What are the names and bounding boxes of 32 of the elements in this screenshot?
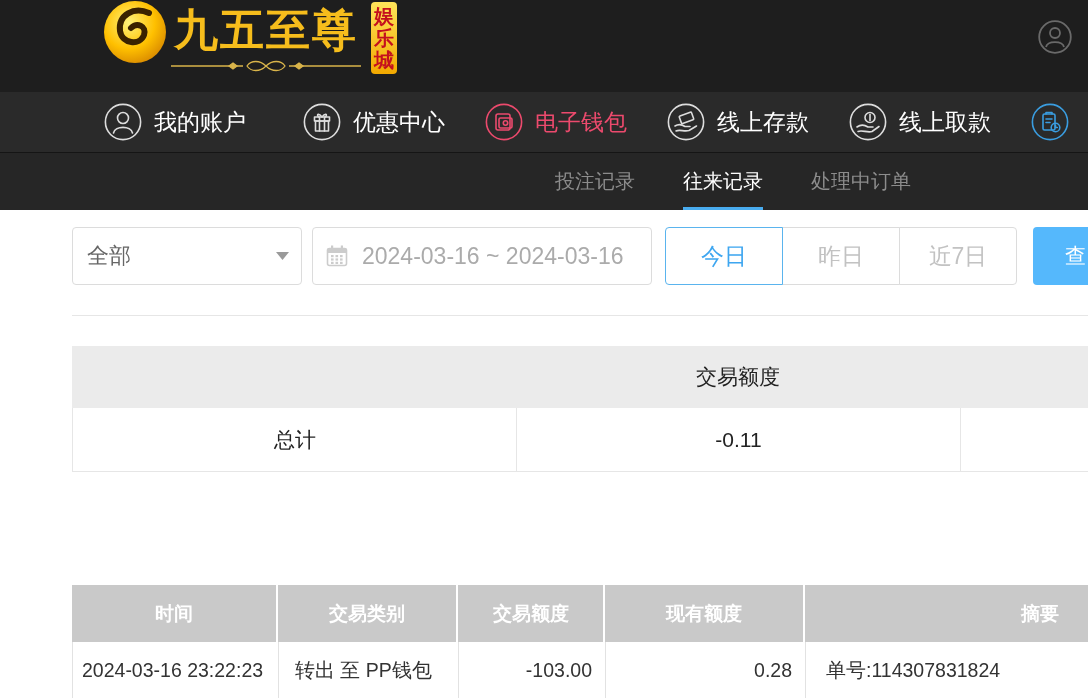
logo-emblem-icon bbox=[103, 0, 167, 64]
scroll-ornament-icon bbox=[171, 60, 361, 72]
sub-tab[interactable]: 投注记录 bbox=[555, 153, 635, 210]
table-cell: 总计 bbox=[73, 408, 517, 471]
wallet-icon bbox=[485, 103, 523, 141]
hand-coin-icon bbox=[849, 103, 887, 141]
table-cell: -103.00 bbox=[459, 642, 606, 698]
nav-item[interactable]: 优惠中心 bbox=[303, 103, 485, 141]
date-range-field[interactable]: 2024-03-16 ~ 2024-03-16 bbox=[312, 227, 652, 285]
sub-tab[interactable]: 往来记录 bbox=[683, 153, 763, 210]
nav-item[interactable]: 线上取款 bbox=[849, 103, 1031, 141]
nav-item[interactable]: 电子钱包 bbox=[485, 103, 667, 141]
nav-item[interactable]: 我的账户 bbox=[104, 103, 303, 141]
table-cell: -0.11 bbox=[517, 408, 961, 471]
logo-tag: 娱乐城 bbox=[371, 2, 397, 74]
table-cell: 0.28 bbox=[606, 642, 806, 698]
clipboard-clock-icon bbox=[1031, 103, 1069, 141]
column-header: 交易额度 bbox=[695, 364, 781, 390]
calendar-icon bbox=[326, 245, 348, 267]
type-select[interactable]: 全部 bbox=[72, 227, 302, 285]
hand-card-icon bbox=[667, 103, 705, 141]
sub-tab[interactable]: 处理中订单 bbox=[811, 153, 911, 210]
gift-icon bbox=[303, 103, 341, 141]
table-cell: 转出 至 PP钱包 bbox=[279, 642, 459, 698]
table-cell: 2024-03-16 23:22:23 bbox=[73, 642, 279, 698]
caret-icon bbox=[276, 252, 289, 260]
nav-item[interactable]: 线上存款 bbox=[667, 103, 849, 141]
user-icon bbox=[104, 103, 142, 141]
logo-text: 九五至尊 bbox=[174, 8, 358, 52]
date-range-button[interactable]: 今日 bbox=[665, 227, 783, 285]
table-cell: 单号:114307831824 bbox=[806, 642, 1088, 698]
user-account-icon[interactable] bbox=[1038, 20, 1072, 54]
